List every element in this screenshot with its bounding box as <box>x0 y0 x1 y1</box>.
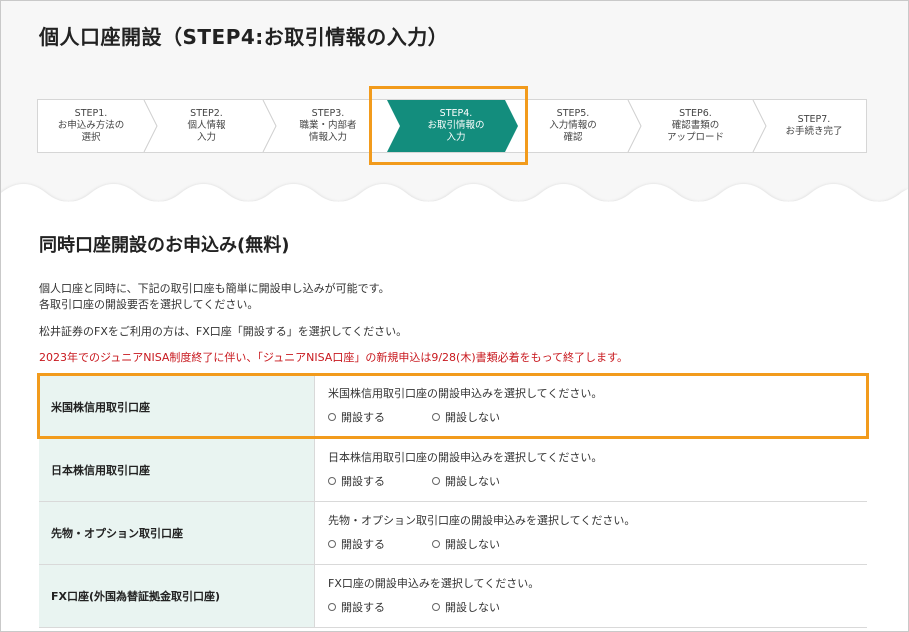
radio-circle[interactable] <box>432 540 440 548</box>
radio-label: 開設する <box>341 601 385 614</box>
radio-group: 開設する 開設しない <box>328 599 867 615</box>
row-question: 日本株信用取引口座の開設申込みを選択してください。 <box>328 451 603 464</box>
row-header: FX口座(外国為替証拠金取引口座) <box>39 565 315 627</box>
row-content: 日本株信用取引口座の開設申込みを選択してください。 開設する 開設しない <box>315 439 867 501</box>
intro-text-line1: 個人口座と同時に、下記の取引口座も簡単に開設申し込みが可能です。 <box>39 282 390 295</box>
step-label: STEP7. お手続き完了 <box>785 114 843 137</box>
radio-not-open[interactable]: 開設しない <box>432 536 500 552</box>
row-header: 日本株信用取引口座 <box>39 439 315 501</box>
radio-circle[interactable] <box>328 540 336 548</box>
row-header: 先物・オプション取引口座 <box>39 502 315 564</box>
radio-open[interactable]: 開設する <box>328 536 385 552</box>
radio-label: 開設する <box>341 475 385 488</box>
page-title: 個人口座開設（STEP4:お取引情報の入力） <box>39 25 449 49</box>
step-highlight-box <box>369 86 528 165</box>
radio-open[interactable]: 開設する <box>328 599 385 615</box>
intro-text-line2: 各取引口座の開設要否を選択してください。 <box>39 298 259 311</box>
section-title: 同時口座開設のお申込み(無料) <box>39 235 290 256</box>
step-label: STEP6. 確認書類の アップロード <box>666 108 724 143</box>
wave-shape <box>1 184 908 221</box>
junior-nisa-notice: 2023年でのジュニアNISA制度終了に伴い、「ジュニアNISA口座」の新規申込… <box>39 351 628 364</box>
wave-divider <box>1 184 908 221</box>
row-question: 先物・オプション取引口座の開設申込みを選択してください。 <box>328 514 636 527</box>
step-label: STEP2. 個人情報 入力 <box>187 108 226 143</box>
radio-not-open[interactable]: 開設しない <box>432 473 500 489</box>
radio-group: 開設する 開設しない <box>328 536 867 552</box>
fx-note-text: 松井証券のFXをご利用の方は、FX口座「開設する」を選択してください。 <box>39 325 408 338</box>
page-frame: 個人口座開設（STEP4:お取引情報の入力） STEP1. お申込み方法の 選択… <box>0 0 909 632</box>
radio-circle[interactable] <box>432 477 440 485</box>
table-row-fx: FX口座(外国為替証拠金取引口座) FX口座の開設申込みを選択してください。 開… <box>39 565 867 628</box>
step-5: STEP5. 入力情報の 確認 <box>518 100 628 152</box>
step-label: STEP3. 職業・内部者 情報入力 <box>299 108 357 143</box>
row-content: 先物・オプション取引口座の開設申込みを選択してください。 開設する 開設しない <box>315 502 867 564</box>
step-1: STEP1. お申込み方法の 選択 <box>38 100 144 152</box>
row-content: FX口座の開設申込みを選択してください。 開設する 開設しない <box>315 565 867 627</box>
radio-label: 開設する <box>341 538 385 551</box>
table-row-futures-options: 先物・オプション取引口座 先物・オプション取引口座の開設申込みを選択してください… <box>39 502 867 565</box>
row-highlight-box <box>37 373 869 439</box>
step-6: STEP6. 確認書類の アップロード <box>638 100 753 152</box>
radio-circle[interactable] <box>328 477 336 485</box>
row-question: FX口座の開設申込みを選択してください。 <box>328 577 540 590</box>
radio-label: 開設しない <box>445 538 500 551</box>
radio-label: 開設しない <box>445 475 500 488</box>
radio-circle[interactable] <box>328 603 336 611</box>
table-row-jp-margin: 日本株信用取引口座 日本株信用取引口座の開設申込みを選択してください。 開設する… <box>39 439 867 502</box>
step-label: STEP5. 入力情報の 確認 <box>549 108 597 143</box>
radio-open[interactable]: 開設する <box>328 473 385 489</box>
radio-group: 開設する 開設しない <box>328 473 867 489</box>
radio-not-open[interactable]: 開設しない <box>432 599 500 615</box>
step-label: STEP1. お申込み方法の 選択 <box>57 108 125 143</box>
step-7: STEP7. お手続き完了 <box>760 100 868 152</box>
step-2: STEP2. 個人情報 入力 <box>150 100 263 152</box>
radio-circle[interactable] <box>432 603 440 611</box>
radio-label: 開設しない <box>445 601 500 614</box>
